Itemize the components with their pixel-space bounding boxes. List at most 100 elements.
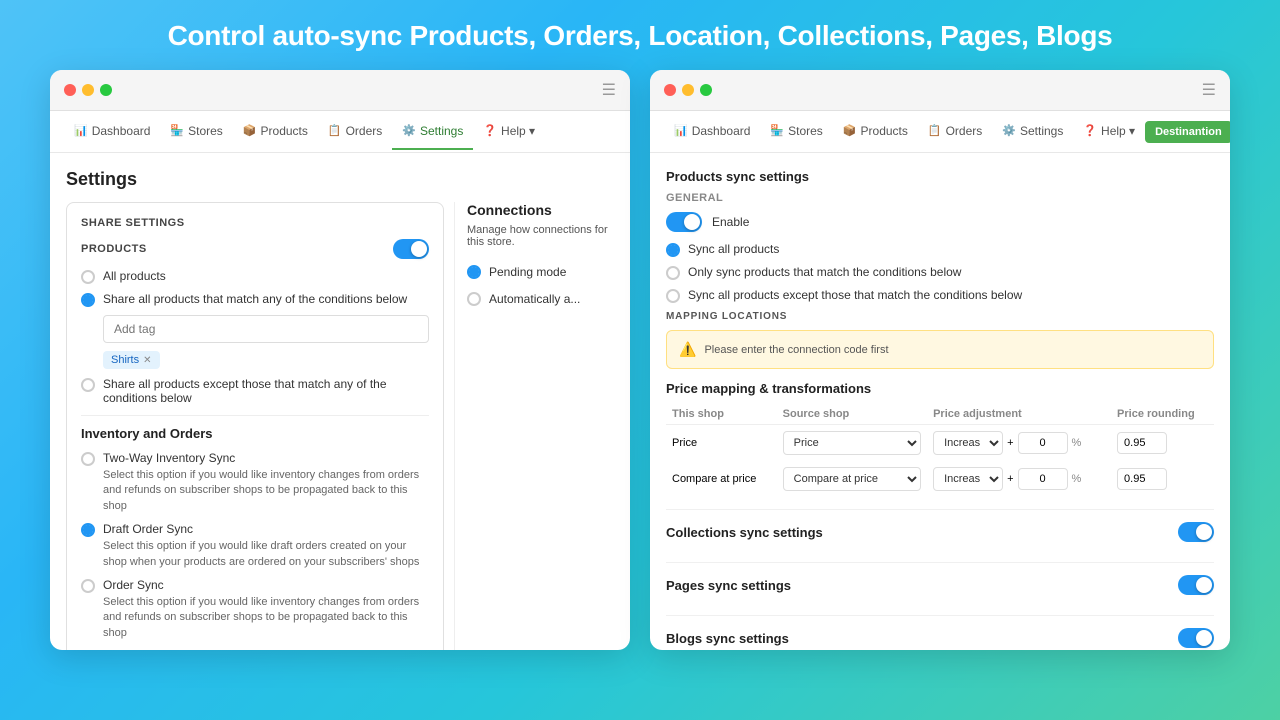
right-window-controls: [664, 84, 712, 96]
right-radio-sync-except-label: Sync all products except those that matc…: [688, 288, 1022, 302]
price-adjustment-2: Increase + %: [927, 461, 1111, 497]
price-source-shop-2: Compare at price: [777, 461, 927, 497]
products-sync-title: Products sync settings: [666, 169, 809, 184]
right-nav-dashboard[interactable]: 📊 Dashboard: [664, 114, 760, 150]
pages-toggle[interactable]: [1178, 575, 1214, 595]
radio-order-sync[interactable]: Order Sync: [81, 578, 429, 593]
plus-2: +: [1007, 473, 1013, 485]
section-divider: [81, 415, 429, 416]
price-adjustment-group-1: Increase + %: [933, 431, 1105, 455]
auto-item[interactable]: Automatically a...: [467, 285, 614, 312]
pages-sync-section: Pages sync settings: [666, 575, 1214, 616]
collections-toggle[interactable]: [1178, 522, 1214, 542]
price-source-select-2[interactable]: Compare at price: [783, 467, 921, 491]
collections-sync-section: Collections sync settings: [666, 522, 1214, 563]
order-notification-content: Order Notification Receive email notific…: [103, 649, 429, 650]
enable-label: Enable: [712, 215, 749, 229]
right-nav-products[interactable]: 📦 Products: [833, 114, 918, 150]
nav-dashboard[interactable]: 📊 Dashboard: [64, 114, 160, 150]
price-mapping-table: This shop Source shop Price adjustment P…: [666, 404, 1214, 497]
plus-1: +: [1007, 437, 1013, 449]
hamburger-icon[interactable]: ☰: [602, 80, 616, 100]
right-titlebar: ☰: [650, 70, 1230, 111]
right-radio-sync-all-label: Sync all products: [688, 242, 779, 256]
enable-row: Enable: [666, 212, 1214, 232]
right-orders-icon: 📋: [928, 124, 942, 137]
right-minimize-button[interactable]: [682, 84, 694, 96]
nav-orders[interactable]: 📋 Orders: [318, 114, 392, 150]
right-content: Products sync settings General Enable Sy…: [650, 153, 1230, 650]
price-round-input-2[interactable]: [1117, 468, 1167, 490]
left-content: Settings Share settings PRODUCTS: [50, 153, 630, 650]
col-source-shop: Source shop: [777, 404, 927, 425]
right-maximize-button[interactable]: [700, 84, 712, 96]
right-nav-help[interactable]: ❓ Help ▾: [1073, 114, 1145, 150]
close-button[interactable]: [64, 84, 76, 96]
auto-label: Automatically a...: [489, 292, 580, 306]
warning-box: ⚠️ Please enter the connection code firs…: [666, 330, 1214, 369]
pending-mode-item[interactable]: Pending mode: [467, 258, 614, 285]
radio-except-conditions-circle: [81, 378, 95, 392]
right-radio-sync-match[interactable]: Only sync products that match the condit…: [666, 265, 1214, 280]
settings-title: Settings: [66, 169, 614, 190]
right-dashboard-icon: 📊: [674, 124, 688, 137]
right-settings-icon: ⚙️: [1002, 124, 1016, 137]
col-this-shop: This shop: [666, 404, 777, 425]
right-nav-orders[interactable]: 📋 Orders: [918, 114, 992, 150]
radio-except-conditions[interactable]: Share all products except those that mat…: [81, 377, 429, 405]
radio-match-conditions-circle: [81, 293, 95, 307]
right-nav-settings-label: Settings: [1020, 124, 1063, 138]
products-toggle[interactable]: [393, 239, 429, 259]
enable-toggle[interactable]: [666, 212, 702, 232]
right-nav-products-label: Products: [861, 124, 908, 138]
radio-draft-order-label: Draft Order Sync: [103, 522, 193, 536]
help-icon: ❓: [483, 124, 497, 137]
nav-settings[interactable]: ⚙️ Settings: [392, 114, 473, 150]
right-hamburger-icon[interactable]: ☰: [1202, 80, 1216, 100]
nav-help[interactable]: ❓ Help ▾: [473, 114, 545, 150]
stores-icon: 🏪: [170, 124, 184, 137]
right-nav-dashboard-label: Dashboard: [692, 124, 751, 138]
nav-dashboard-label: Dashboard: [92, 124, 151, 138]
price-row-2: Compare at price Compare at price Increa…: [666, 461, 1214, 497]
left-titlebar: ☰: [50, 70, 630, 111]
price-rounding-1: [1111, 425, 1214, 462]
right-close-button[interactable]: [664, 84, 676, 96]
maximize-button[interactable]: [100, 84, 112, 96]
tag-input[interactable]: [103, 315, 429, 343]
pages-sync-header: Pages sync settings: [666, 575, 1214, 595]
radio-all-products[interactable]: All products: [81, 269, 429, 284]
right-radio-sync-except[interactable]: Sync all products except those that matc…: [666, 288, 1214, 303]
price-value-input-1[interactable]: [1018, 432, 1068, 454]
right-nav: 📊 Dashboard 🏪 Stores 📦 Products 📋 Orders…: [650, 111, 1230, 153]
right-radio-sync-except-circle: [666, 289, 680, 303]
orders-icon: 📋: [328, 124, 342, 137]
price-round-input-1[interactable]: [1117, 432, 1167, 454]
nav-stores[interactable]: 🏪 Stores: [160, 114, 232, 150]
connections-panel: Connections Manage how connections for t…: [454, 202, 614, 650]
price-value-input-2[interactable]: [1018, 468, 1068, 490]
inventory-orders-title: Inventory and Orders: [81, 426, 429, 441]
radio-two-way-sync[interactable]: Two-Way Inventory Sync: [81, 451, 429, 466]
price-source-select-1[interactable]: Price: [783, 431, 921, 455]
tag-shirts-remove[interactable]: ✕: [143, 355, 151, 366]
nav-products-label: Products: [261, 124, 308, 138]
nav-products[interactable]: 📦 Products: [233, 114, 318, 150]
draft-order-desc: Select this option if you would like dra…: [103, 539, 429, 570]
minimize-button[interactable]: [82, 84, 94, 96]
nav-help-label: Help ▾: [501, 124, 535, 138]
right-nav-settings[interactable]: ⚙️ Settings: [992, 114, 1073, 150]
blogs-toggle[interactable]: [1178, 628, 1214, 648]
tag-shirts: Shirts ✕: [103, 351, 160, 369]
right-nav-stores[interactable]: 🏪 Stores: [760, 114, 832, 150]
windows-container: ☰ 📊 Dashboard 🏪 Stores 📦 Products 📋 Orde…: [20, 70, 1260, 650]
price-increase-select-1[interactable]: Increase: [933, 431, 1003, 455]
right-radio-sync-all[interactable]: Sync all products: [666, 242, 1214, 257]
collections-sync-title: Collections sync settings: [666, 525, 823, 540]
radio-draft-order[interactable]: Draft Order Sync: [81, 522, 429, 537]
price-rounding-2: [1111, 461, 1214, 497]
price-row-1: Price Price Increase: [666, 425, 1214, 462]
price-increase-select-2[interactable]: Increase: [933, 467, 1003, 491]
radio-all-products-label: All products: [103, 269, 166, 283]
radio-match-conditions[interactable]: Share all products that match any of the…: [81, 292, 429, 307]
